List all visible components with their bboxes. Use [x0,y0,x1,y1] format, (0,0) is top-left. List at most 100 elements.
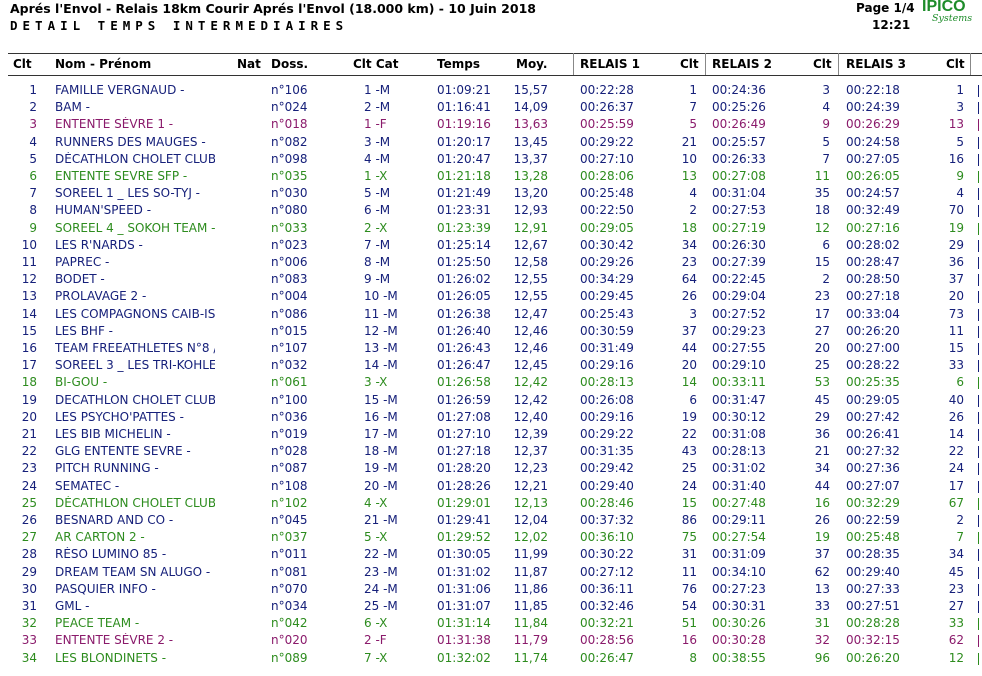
row-edge-marker [978,325,982,338]
row-temps: 01:31:02 [437,564,491,579]
row-temps: 01:27:18 [437,444,491,459]
row-moy: 12,58 [513,255,548,269]
row-clt-cat: 3 -X [364,375,388,390]
row-clt-cat: 1 -F [364,117,387,132]
row-relais-3: 00:28:22 [846,358,900,373]
row-relais-3: 00:28:35 [846,547,900,562]
row-temps: 01:28:26 [437,478,491,493]
row-clt: 33 [21,633,37,648]
row-doss: n°098 [271,151,308,166]
row-moy: 15,57 [513,83,548,97]
row-temps: 01:19:16 [437,117,491,132]
row-clt-3: 6 [956,375,964,390]
row-clt-1: 86 [681,513,697,527]
table-row: 28 RÉSO LUMINO 85 - n°011 22 -M 01:30:05 11,9… [0,547,982,564]
row-relais-3: 00:25:48 [846,530,900,545]
row-relais-2: 00:31:09 [712,547,766,562]
row-clt: 16 [21,341,37,355]
row-temps: 01:26:02 [437,272,491,287]
row-clt-cat: 17 -M [364,427,398,441]
row-relais-3: 00:24:58 [846,134,900,149]
row-relais-1: 00:29:45 [580,289,634,304]
row-relais-2: 00:38:55 [712,650,766,665]
row-clt-3: 2 [956,513,964,527]
table-row: 14 LES COMPAGNONS CAIB-IS n°086 11 -M 01:26:… [0,307,982,324]
row-clt: 34 [21,650,37,665]
row-edge-marker [978,85,982,97]
row-clt-3: 3 [956,100,964,115]
row-doss: n°042 [271,616,308,631]
row-nom: LES PSYCHO'PATTES - [55,409,184,424]
row-relais-1: 00:37:32 [580,513,634,527]
row-clt-cat: 7 -M [364,237,391,252]
header-moy: Moy. [516,57,548,71]
row-edge-marker [978,549,982,562]
row-doss: n°020 [271,633,308,648]
row-clt-2: 5 [822,134,830,149]
row-edge-marker [978,136,982,149]
table-row: 26 BESNARD AND CO - n°045 21 -M 01:29:41 12,0… [0,513,982,530]
row-relais-1: 00:26:08 [580,392,634,407]
row-relais-2: 00:27:55 [712,341,766,355]
row-clt-2: 18 [814,203,830,218]
row-moy: 12,40 [513,409,548,424]
row-doss: n°100 [271,392,308,407]
row-clt-cat: 5 -X [364,530,388,545]
row-relais-2: 00:27:52 [712,306,766,321]
row-clt: 17 [21,358,37,373]
table-row: 32 PEACE TEAM - n°042 6 -X 01:31:14 11,84 00:3… [0,616,982,633]
row-clt-1: 76 [681,581,697,596]
row-relais-3: 00:27:07 [846,478,900,493]
row-clt-3: 45 [948,564,964,579]
row-relais-1: 00:26:37 [580,100,634,115]
row-clt-cat: 4 -M [364,151,391,166]
column-divider [573,53,574,75]
row-nom: DREAM TEAM SN ALUGO - [55,564,211,579]
row-clt-3: 70 [948,203,964,218]
row-temps: 01:26:43 [437,341,491,355]
row-temps: 01:27:08 [437,409,491,424]
row-moy: 12,13 [513,495,548,510]
row-clt: 30 [21,581,37,596]
row-clt-2: 32 [814,633,830,648]
row-doss: n°034 [271,599,308,613]
table-row: 1 FAMILLE VERGNAUD - n°106 1 -M 01:09:21 15,5… [0,83,982,100]
row-doss: n°082 [271,134,308,149]
row-temps: 01:20:17 [437,134,491,149]
row-nom: FAMILLE VERGNAUD - [55,83,185,97]
row-relais-3: 00:29:40 [846,564,900,579]
row-temps: 01:27:10 [437,427,491,441]
ipico-logo: IPICO Systems [922,0,982,24]
row-clt-2: 45 [814,392,830,407]
row-edge-marker [978,360,982,373]
row-relais-2: 00:31:04 [712,186,766,201]
row-nom: ENTENTE SÈVRE 2 - [55,633,174,648]
row-relais-3: 00:26:29 [846,117,900,132]
row-nom: DÉCATHLON CHOLET CLUB 1 [55,151,215,166]
row-relais-1: 00:29:22 [580,134,634,149]
row-relais-2: 00:26:30 [712,237,766,252]
row-clt-3: 67 [948,495,964,510]
row-relais-2: 00:28:13 [712,444,766,459]
row-clt-1: 43 [681,444,697,459]
row-relais-2: 00:29:10 [712,358,766,373]
row-relais-3: 00:26:41 [846,427,900,441]
row-clt-cat: 5 -M [364,186,391,201]
row-temps: 01:09:21 [437,83,491,97]
row-clt-3: 4 [956,186,964,201]
row-clt: 22 [21,444,37,459]
row-doss: n°081 [271,564,308,579]
row-clt-1: 44 [681,341,697,355]
row-clt: 13 [21,289,37,304]
row-clt: 10 [21,237,37,252]
row-clt-2: 15 [814,255,830,269]
row-relais-2: 00:26:49 [712,117,766,132]
table-row: 30 PASQUIER INFO - n°070 24 -M 01:31:06 11,86… [0,582,982,599]
row-relais-1: 00:30:59 [580,323,634,338]
row-temps: 01:28:20 [437,461,491,476]
row-temps: 01:29:41 [437,513,491,527]
row-moy: 13,63 [513,117,548,132]
row-clt: 20 [21,409,37,424]
row-relais-3: 00:28:47 [846,255,900,269]
table-row: 7 SOREEL 1 _ LES SO-TYJ - n°030 5 -M 01:21:4… [0,186,982,203]
